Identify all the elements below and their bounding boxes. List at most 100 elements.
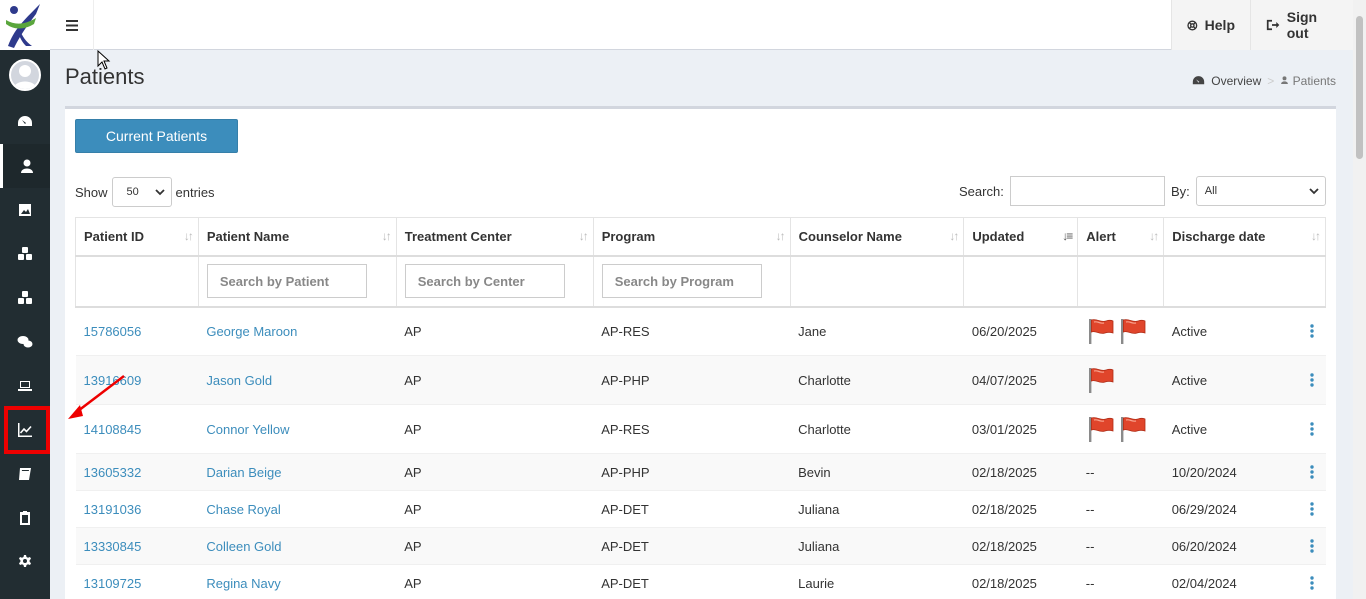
table-row: 13191036 Chase Royal AP AP-DET Juliana 02/18/…: [75, 490, 1326, 528]
sidebar-item-programs[interactable]: [0, 276, 50, 320]
row-actions-menu-icon[interactable]: [1309, 464, 1314, 482]
updated-cell: 02/18/2025: [963, 490, 1078, 528]
column-header-program[interactable]: Program ↓↑: [592, 217, 791, 257]
user-icon: [20, 159, 33, 173]
patient-name-link[interactable]: Regina Navy: [206, 576, 280, 591]
page-scrollbar[interactable]: [1353, 0, 1366, 599]
counselor-cell: Jane: [790, 306, 964, 356]
show-label: Show: [75, 184, 108, 200]
sidebar: [0, 0, 50, 599]
patient-name-link[interactable]: Jason Gold: [206, 373, 272, 388]
row-actions-menu-icon[interactable]: [1309, 575, 1314, 593]
column-header-alert[interactable]: Alert ↓↑: [1077, 217, 1165, 257]
counselor-cell: Laurie: [790, 564, 964, 599]
table-row: 13330845 Colleen Gold AP AP-DET Juliana 02/18…: [75, 527, 1326, 565]
row-actions-menu-icon[interactable]: [1309, 421, 1314, 439]
patient-id-link[interactable]: 13330845: [84, 539, 142, 554]
treatment-center-cell: AP: [396, 490, 594, 528]
row-actions-menu-icon[interactable]: [1309, 501, 1314, 519]
alert-flags[interactable]: [1086, 366, 1156, 394]
by-label: By:: [1171, 183, 1190, 199]
patient-name-link[interactable]: Colleen Gold: [206, 539, 281, 554]
flag-icon: [1120, 417, 1146, 442]
by-control: By: All: [1171, 176, 1326, 206]
sidebar-item-forms[interactable]: [0, 496, 50, 540]
sidebar-item-devices[interactable]: [0, 364, 50, 408]
entries-select[interactable]: 50: [111, 177, 172, 207]
sidebar-item-dashboard[interactable]: [0, 100, 50, 144]
cubes-icon: [18, 291, 32, 304]
app-logo[interactable]: [0, 0, 50, 50]
column-header-patient-id[interactable]: Patient ID ↓↑: [75, 217, 199, 257]
row-actions-menu-icon[interactable]: [1309, 538, 1314, 556]
search-label: Search:: [959, 183, 1004, 199]
updated-cell: 03/01/2025: [963, 404, 1078, 454]
clipboard-icon: [20, 511, 30, 525]
table-header-row: Patient ID ↓↑ Patient Name ↓↑ Treatment Ce…: [75, 217, 1326, 257]
row-actions-menu-icon[interactable]: [1309, 372, 1314, 390]
chat-icon: [17, 336, 33, 348]
alert-flags[interactable]: [1086, 317, 1156, 345]
by-select-value: All: [1204, 185, 1218, 197]
sort-icon: ↓↑: [775, 229, 786, 243]
patient-id-link[interactable]: 13109725: [84, 576, 142, 591]
patient-name-link[interactable]: Connor Yellow: [206, 422, 289, 437]
dashboard-icon: [18, 116, 32, 126]
sidebar-toggle-button[interactable]: [50, 0, 94, 50]
help-button[interactable]: Help: [1171, 0, 1250, 50]
patient-id-link[interactable]: 13191036: [84, 502, 142, 517]
patient-id-link[interactable]: 15786056: [84, 324, 142, 339]
treatment-center-cell: AP: [396, 306, 594, 356]
patients-table: Patient ID ↓↑ Patient Name ↓↑ Treatment Ce…: [75, 217, 1326, 599]
counselor-cell: Juliana: [790, 527, 964, 565]
column-header-treatment-center[interactable]: Treatment Center ↓↑: [395, 217, 594, 257]
user-avatar[interactable]: [9, 59, 41, 91]
column-header-patient-name[interactable]: Patient Name ↓↑: [197, 217, 397, 257]
breadcrumb-overview-link[interactable]: Overview: [1211, 74, 1261, 88]
sort-icon: ↓↑: [578, 229, 589, 243]
treatment-center-cell: AP: [396, 564, 594, 599]
patient-id-link[interactable]: 13605332: [84, 465, 142, 480]
counselor-cell: Charlotte: [790, 404, 964, 454]
column-header-updated[interactable]: Updated ↓≡: [963, 217, 1079, 257]
sidebar-item-messages[interactable]: [0, 320, 50, 364]
sort-icon: ↓↑: [1149, 229, 1159, 243]
sidebar-item-groups[interactable]: [0, 232, 50, 276]
treatment-center-cell: AP: [396, 527, 594, 565]
current-patients-button[interactable]: Current Patients: [75, 119, 238, 153]
search-input[interactable]: [1009, 176, 1165, 206]
sidebar-item-settings[interactable]: [0, 540, 50, 584]
chevron-down-icon: [1309, 187, 1319, 194]
column-header-counselor-name[interactable]: Counselor Name ↓↑: [789, 217, 965, 257]
sign-out-button[interactable]: Sign out: [1250, 0, 1353, 50]
alert-flags[interactable]: [1086, 415, 1156, 443]
counselor-cell: Juliana: [790, 490, 964, 528]
search-by-patient-input[interactable]: Search by Patient: [206, 264, 367, 298]
program-cell: AP-DET: [593, 564, 791, 599]
column-header-discharge-date[interactable]: Discharge date ↓↑: [1163, 217, 1326, 257]
sort-desc-icon: ↓≡: [1062, 229, 1073, 243]
flag-icon: [1088, 417, 1114, 442]
patient-name-link[interactable]: Darian Beige: [206, 465, 281, 480]
table-row: 13916609 Jason Gold AP AP-PHP Charlotte 04/07…: [75, 355, 1326, 405]
scrollbar-thumb[interactable]: [1356, 16, 1363, 159]
by-select[interactable]: All: [1195, 176, 1326, 206]
flag-icon: [1088, 368, 1114, 393]
breadcrumb-current-label: Patients: [1292, 74, 1336, 88]
program-cell: AP-DET: [593, 490, 791, 528]
row-actions-menu-icon[interactable]: [1309, 324, 1314, 341]
search-by-program-input[interactable]: Search by Program: [601, 264, 762, 298]
help-label: Help: [1204, 17, 1235, 33]
patient-name-link[interactable]: Chase Royal: [206, 502, 280, 517]
mouse-cursor-icon: [97, 50, 111, 70]
discharge-cell: 06/29/2024: [1171, 501, 1237, 517]
program-cell: AP-RES: [593, 306, 791, 356]
sidebar-item-media[interactable]: [0, 188, 50, 232]
sidebar-item-patients[interactable]: [0, 144, 50, 188]
search-by-center-input[interactable]: Search by Center: [404, 264, 565, 298]
patient-name-link[interactable]: George Maroon: [206, 324, 297, 339]
sidebar-item-library[interactable]: [0, 452, 50, 496]
discharge-cell: 06/20/2024: [1171, 538, 1237, 554]
patients-box: Current Patients Show 50 entries Search:…: [65, 106, 1336, 599]
cubes-icon: [18, 247, 32, 260]
